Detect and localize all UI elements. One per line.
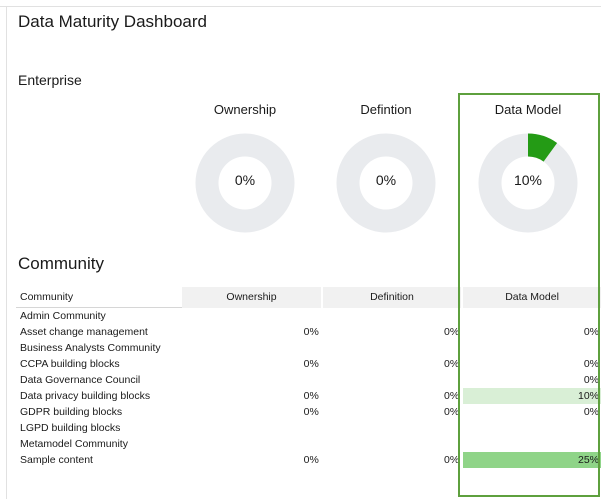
table-row[interactable]: Sample content 0% 0% 25% bbox=[16, 452, 601, 468]
table-row[interactable]: GDPR building blocks 0% 0% 0% bbox=[16, 404, 601, 420]
definition-cell bbox=[323, 340, 461, 356]
table-row[interactable]: Business Analysts Community bbox=[16, 340, 601, 356]
column-header-ownership[interactable]: Ownership bbox=[182, 287, 321, 308]
community-name[interactable]: Admin Community bbox=[16, 308, 182, 325]
data-model-cell: 0% bbox=[583, 374, 599, 386]
ownership-donut-label: Ownership bbox=[213, 102, 277, 117]
community-name[interactable]: Metamodel Community bbox=[16, 436, 182, 452]
definition-cell: 0% bbox=[444, 326, 460, 338]
table-header-row: Community Ownership Definition Data Mode… bbox=[16, 287, 601, 308]
enterprise-section-title: Enterprise bbox=[18, 72, 82, 88]
table-row[interactable]: Data Governance Council 0% bbox=[16, 372, 601, 388]
data-model-cell bbox=[463, 420, 601, 436]
panel-top-border bbox=[0, 6, 601, 7]
ownership-cell bbox=[182, 372, 321, 388]
data-model-cell bbox=[463, 340, 601, 356]
definition-cell bbox=[323, 308, 461, 325]
definition-cell: 0% bbox=[444, 358, 460, 370]
column-header-data-model[interactable]: Data Model bbox=[463, 287, 601, 308]
table-row[interactable]: Data privacy building blocks 0% 0% 10% bbox=[16, 388, 601, 404]
ownership-cell bbox=[182, 420, 321, 436]
definition-donut-label: Defintion bbox=[360, 102, 412, 117]
table-row[interactable]: Admin Community bbox=[16, 308, 601, 325]
community-name[interactable]: Data privacy building blocks bbox=[16, 388, 182, 404]
column-header-definition[interactable]: Definition bbox=[322, 287, 462, 308]
table-row[interactable]: Metamodel Community bbox=[16, 436, 601, 452]
definition-cell: 0% bbox=[444, 390, 460, 402]
definition-cell bbox=[323, 436, 461, 452]
definition-cell bbox=[323, 372, 461, 388]
community-name[interactable]: Business Analysts Community bbox=[16, 340, 182, 356]
community-table: Community Ownership Definition Data Mode… bbox=[16, 287, 601, 468]
community-name[interactable]: GDPR building blocks bbox=[16, 404, 182, 420]
ownership-cell: 0% bbox=[303, 326, 319, 338]
data-model-cell: 10% bbox=[463, 388, 601, 404]
community-name[interactable]: Data Governance Council bbox=[16, 372, 182, 388]
community-name[interactable]: Sample content bbox=[16, 452, 182, 468]
table-row[interactable]: CCPA building blocks 0% 0% 0% bbox=[16, 356, 601, 372]
data-model-cell: 0% bbox=[583, 358, 599, 370]
community-section-title: Community bbox=[18, 254, 104, 273]
ownership-cell bbox=[182, 340, 321, 356]
ownership-cell: 0% bbox=[303, 406, 319, 418]
data-model-cell: 0% bbox=[583, 326, 599, 338]
data-model-cell: 25% bbox=[463, 452, 601, 468]
definition-cell bbox=[323, 420, 461, 436]
ownership-cell: 0% bbox=[303, 358, 319, 370]
data-model-cell bbox=[463, 308, 601, 325]
community-name[interactable]: LGPD building blocks bbox=[16, 420, 182, 436]
definition-cell: 0% bbox=[444, 454, 460, 466]
definition-donut-value: 0% bbox=[375, 172, 397, 188]
community-name[interactable]: CCPA building blocks bbox=[16, 356, 182, 372]
ownership-cell bbox=[182, 436, 321, 452]
data-model-donut-value: 10% bbox=[513, 172, 543, 188]
panel-left-border bbox=[6, 6, 7, 499]
ownership-donut-value: 0% bbox=[234, 172, 256, 188]
table-row[interactable]: LGPD building blocks bbox=[16, 420, 601, 436]
column-header-community[interactable]: Community bbox=[16, 287, 183, 308]
data-model-donut-fill bbox=[527, 133, 558, 162]
data-model-cell: 0% bbox=[583, 406, 599, 418]
data-model-donut-label: Data Model bbox=[494, 102, 562, 117]
ownership-cell: 0% bbox=[303, 454, 319, 466]
definition-cell: 0% bbox=[444, 406, 460, 418]
data-model-cell bbox=[463, 436, 601, 452]
table-row[interactable]: Asset change management 0% 0% 0% bbox=[16, 324, 601, 340]
ownership-cell bbox=[182, 308, 321, 325]
ownership-cell: 0% bbox=[303, 390, 319, 402]
page-title: Data Maturity Dashboard bbox=[18, 12, 207, 31]
community-name[interactable]: Asset change management bbox=[16, 324, 182, 340]
